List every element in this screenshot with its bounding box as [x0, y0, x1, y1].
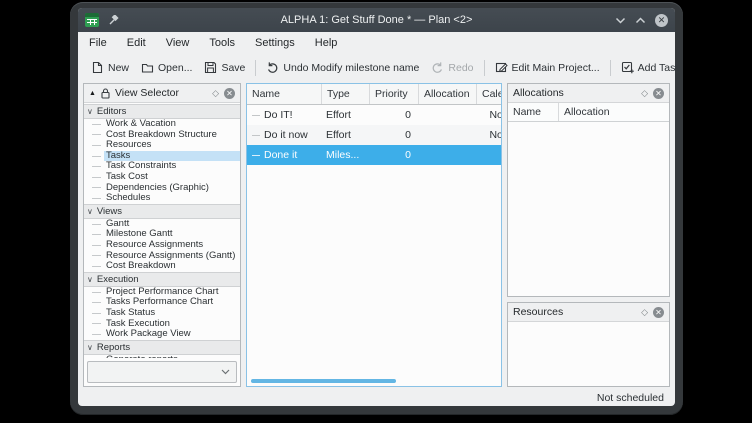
main-toolbar: New Open... Save Undo Modify milestone n [78, 54, 675, 81]
sidebar-item-resource-assignments[interactable]: Resource Assignments [84, 240, 240, 251]
add-task-button[interactable]: Add Task [615, 58, 675, 77]
redo-icon [431, 61, 444, 74]
allocations-table-header: Name Allocation [508, 103, 669, 122]
float-panel-icon[interactable]: ◇ [212, 88, 219, 99]
schedule-selector-combobox[interactable] [87, 361, 237, 383]
tree-group-views[interactable]: ∨Views [84, 204, 240, 219]
edit-main-project-button[interactable]: Edit Main Project... [489, 58, 606, 77]
save-button[interactable]: Save [198, 58, 251, 77]
menu-view[interactable]: View [156, 37, 200, 49]
resources-body[interactable] [508, 322, 669, 386]
maximize-icon[interactable] [635, 17, 646, 24]
close-panel-icon[interactable]: ✕ [653, 88, 664, 99]
view-selector-tree: ∨Editors Work & Vacation Cost Breakdown … [84, 103, 240, 358]
sidebar-item-task-cost[interactable]: Task Cost [84, 172, 240, 183]
column-header-name[interactable]: Name [508, 103, 559, 121]
toolbar-separator [255, 60, 256, 76]
resources-header: Resources ◇ ✕ [508, 303, 669, 322]
task-row[interactable]: Do IT! Effort 0 None 8.0h [247, 105, 501, 125]
undo-button[interactable]: Undo Modify milestone name [260, 58, 425, 77]
float-panel-icon[interactable]: ◇ [641, 88, 648, 99]
new-document-icon [91, 61, 104, 74]
undo-icon [266, 61, 279, 74]
right-dock-column: Allocations ◇ ✕ Name Allocation Resource… [507, 83, 670, 387]
task-row[interactable]: Do it now Effort 0 None 8.0h [247, 125, 501, 145]
close-icon[interactable]: ✕ [655, 14, 668, 27]
tree-group-editors[interactable]: ∨Editors [84, 104, 240, 119]
sidebar-item-generate-reports[interactable]: Generate reports [84, 355, 240, 358]
open-button[interactable]: Open... [135, 58, 198, 77]
titlebar[interactable]: ALPHA 1: Get Stuff Done * — Plan <2> ✕ [78, 8, 675, 32]
folder-icon [141, 61, 154, 74]
redo-button[interactable]: Redo [425, 58, 479, 77]
new-button[interactable]: New [85, 58, 135, 77]
chevron-down-icon: ∨ [87, 275, 93, 284]
menu-settings[interactable]: Settings [245, 37, 305, 49]
column-header-type[interactable]: Type [322, 84, 370, 104]
close-panel-icon[interactable]: ✕ [653, 307, 664, 318]
lock-icon[interactable] [101, 88, 110, 99]
allocations-dock: Allocations ◇ ✕ Name Allocation [507, 83, 670, 297]
chevron-down-icon: ∨ [87, 343, 93, 352]
float-panel-icon[interactable]: ◇ [641, 307, 648, 318]
minimize-icon[interactable] [615, 17, 626, 24]
view-selector-header: ▲ View Selector ◇ ✕ [84, 84, 240, 103]
toolbar-separator [610, 60, 611, 76]
floppy-disk-icon [204, 61, 217, 74]
task-table-header: Name Type Priority Allocation Calendar E… [247, 84, 501, 105]
close-panel-icon[interactable]: ✕ [224, 88, 235, 99]
sidebar-item-work-package-view[interactable]: Work Package View [84, 329, 240, 340]
collapse-triangle-icon[interactable]: ▲ [89, 90, 96, 97]
statusbar: Not scheduled [78, 390, 675, 406]
column-header-allocation[interactable]: Allocation [559, 103, 669, 121]
menu-edit[interactable]: Edit [117, 37, 156, 49]
task-editor-panel: Name Type Priority Allocation Calendar E… [246, 83, 502, 387]
column-header-allocation[interactable]: Allocation [419, 84, 477, 104]
add-task-icon [621, 61, 634, 74]
menubar: File Edit View Tools Settings Help [78, 32, 675, 54]
chevron-down-icon: ∨ [87, 107, 93, 116]
tree-group-execution[interactable]: ∨Execution [84, 272, 240, 287]
window-frame: ALPHA 1: Get Stuff Done * — Plan <2> ✕ F… [70, 2, 683, 415]
allocations-header: Allocations ◇ ✕ [508, 84, 669, 103]
menu-file[interactable]: File [89, 37, 117, 49]
tree-group-reports[interactable]: ∨Reports [84, 340, 240, 355]
window-title: ALPHA 1: Get Stuff Done * — Plan <2> [78, 14, 675, 26]
content-area: ▲ View Selector ◇ ✕ ∨Editors Work & Vaca… [78, 81, 675, 390]
sidebar-item-work-vacation[interactable]: Work & Vacation [84, 119, 240, 130]
resources-dock: Resources ◇ ✕ [507, 302, 670, 387]
sidebar-item-schedules[interactable]: Schedules [84, 193, 240, 204]
resources-title: Resources [513, 306, 563, 318]
plan-app-window: ALPHA 1: Get Stuff Done * — Plan <2> ✕ F… [78, 8, 675, 406]
chevron-down-icon [221, 369, 230, 375]
menu-help[interactable]: Help [305, 37, 348, 49]
column-header-priority[interactable]: Priority [370, 84, 419, 104]
menu-tools[interactable]: Tools [199, 37, 245, 49]
chevron-down-icon: ∨ [87, 207, 93, 216]
column-header-name[interactable]: Name [247, 84, 322, 104]
edit-document-icon [495, 61, 508, 74]
task-row-selected[interactable]: Done it Miles... 0 0.0h [247, 145, 501, 165]
view-selector-dock: ▲ View Selector ◇ ✕ ∨Editors Work & Vaca… [83, 83, 241, 387]
allocations-title: Allocations [513, 87, 564, 99]
sidebar-item-cost-breakdown[interactable]: Cost Breakdown [84, 261, 240, 272]
allocations-table-body[interactable] [508, 122, 669, 296]
sidebar-item-task-status[interactable]: Task Status [84, 308, 240, 319]
schedule-status-text: Not scheduled [597, 392, 664, 404]
horizontal-scrollbar[interactable] [251, 379, 396, 383]
column-header-calendar[interactable]: Calendar [477, 84, 502, 104]
toolbar-separator [484, 60, 485, 76]
view-selector-title: View Selector [115, 87, 179, 99]
